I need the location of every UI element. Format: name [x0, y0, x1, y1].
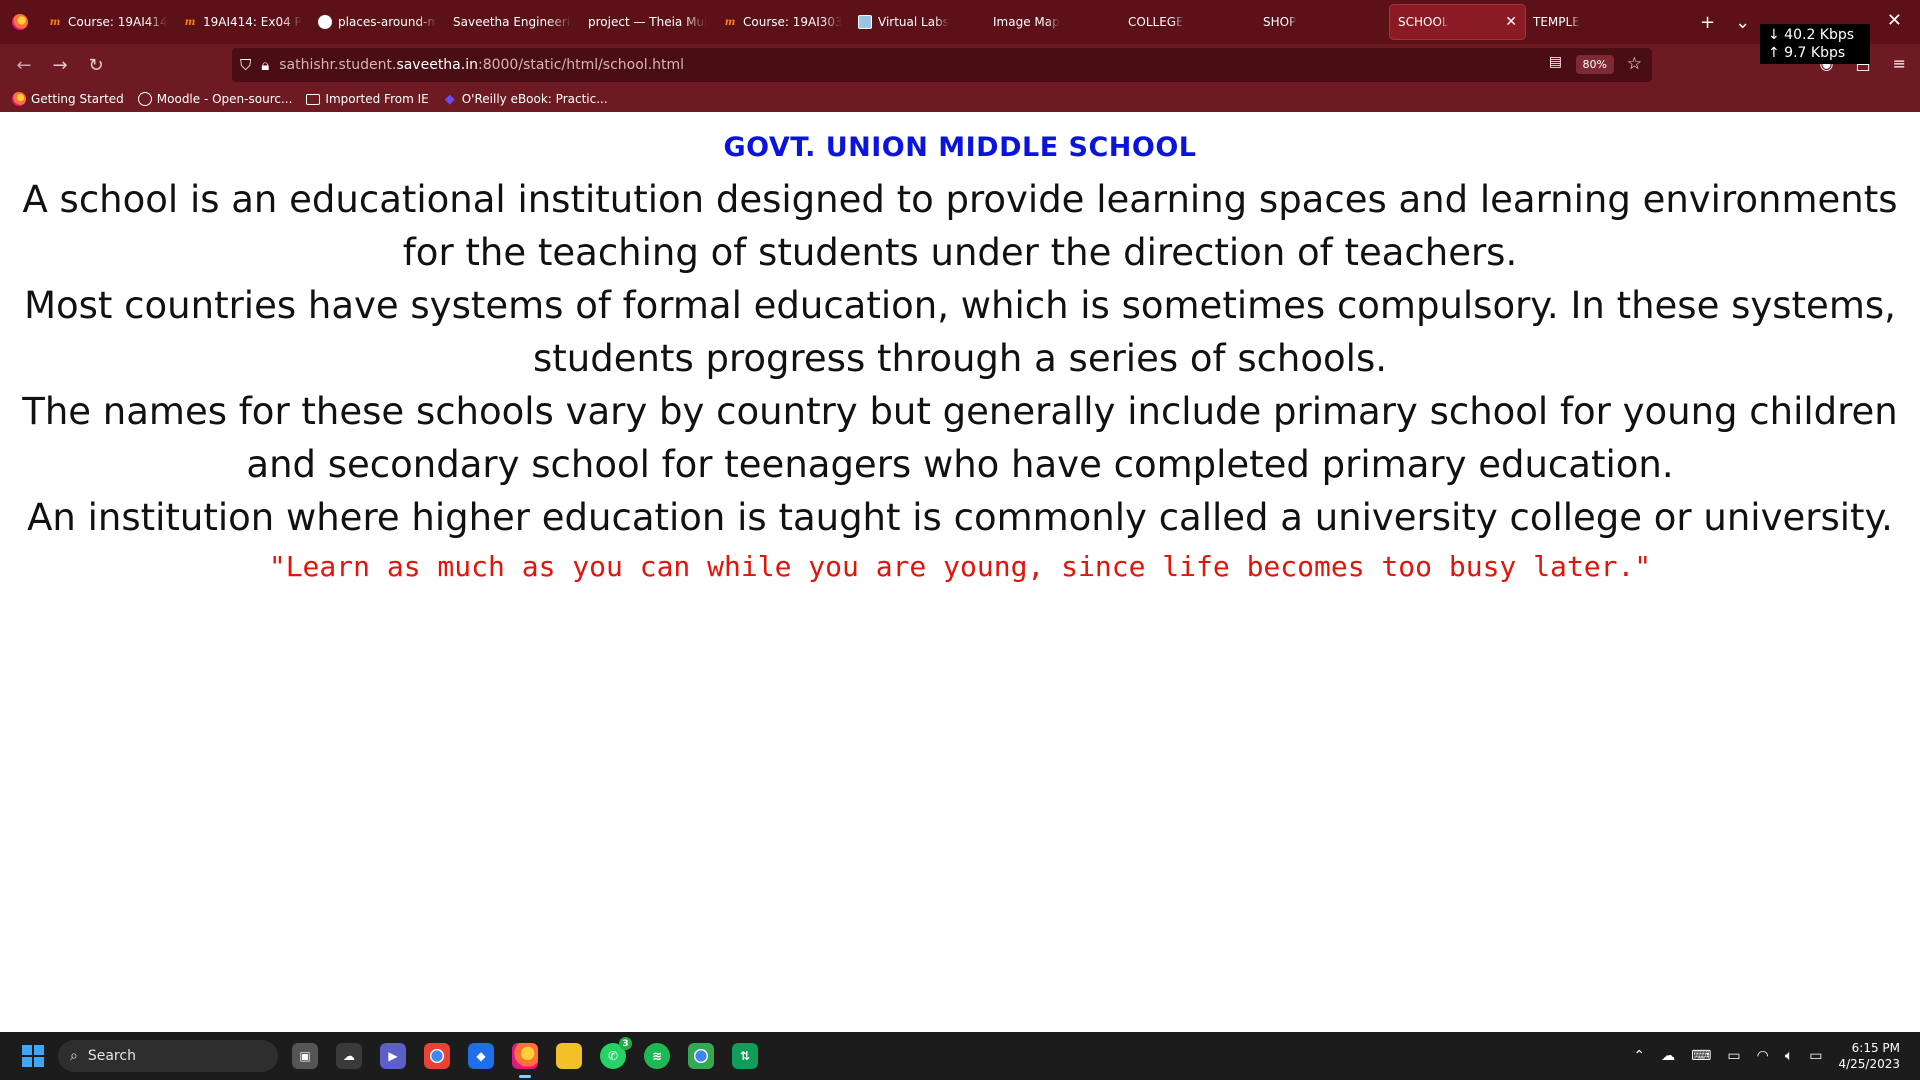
windows-logo-icon	[22, 1045, 32, 1055]
system-tray: ⌃ ☁ ⌨ ▭ ◠ 🔈︎ ▭ 6:15 PM 4/25/2023	[1633, 1032, 1900, 1080]
teams-chat-icon[interactable]: ▶	[380, 1043, 406, 1069]
paragraph-line: Most countries have systems of formal ed…	[24, 284, 1896, 380]
tab-shop[interactable]: SHOP	[1255, 5, 1390, 39]
page-title: GOVT. UNION MIDDLE SCHOOL	[723, 132, 1197, 163]
address-bar[interactable]: ⛉ 🔒︎ sathishr.student.saveetha.in:8000/s…	[232, 48, 1652, 82]
zoom-level-button[interactable]: 80%	[1575, 55, 1614, 74]
list-all-tabs-icon[interactable]: ⌄	[1735, 12, 1750, 33]
tab-course-19ai414[interactable]: m Course: 19AI414-	[40, 5, 175, 39]
widgets-icon[interactable]: ☁	[336, 1043, 362, 1069]
school-description: A school is an educational institution d…	[0, 173, 1920, 544]
upload-speed: ↑ 9.7 Kbps	[1768, 45, 1846, 61]
lock-icon[interactable]: 🔒︎	[261, 56, 269, 74]
taskbar-apps: ▣ ☁ ▶ ◆ ✆ 3 ≋ ⇅	[292, 1037, 758, 1078]
tab-project-theia[interactable]: project — Theia Mult	[580, 5, 715, 39]
tab-temple[interactable]: TEMPLE	[1525, 5, 1660, 39]
globe-icon	[137, 92, 152, 106]
moodle-icon: m	[724, 16, 736, 28]
file-explorer-icon[interactable]	[556, 1043, 582, 1069]
tab-bar: m Course: 19AI414- m 19AI414: Ex04 Pla p…	[0, 0, 1920, 44]
wifi-icon[interactable]: ◠	[1757, 1048, 1769, 1064]
arrow-right-icon: →	[52, 54, 68, 76]
clock[interactable]: 6:15 PM 4/25/2023	[1838, 1040, 1900, 1072]
clock-time: 6:15 PM	[1851, 1041, 1900, 1055]
volume-icon[interactable]: 🔈︎	[1785, 1048, 1793, 1064]
firefox-icon	[12, 92, 26, 106]
onedrive-icon[interactable]: ☁	[1661, 1048, 1675, 1064]
back-button[interactable]: ←	[6, 49, 42, 81]
reader-view-icon[interactable]: ▤	[1549, 54, 1562, 70]
moodle-icon: m	[49, 16, 61, 28]
moodle-icon: m	[184, 16, 196, 28]
taskbar: ⌕ Search ▣ ☁ ▶ ◆ ✆ 3 ≋ ⇅ ⌃ ☁ ⌨ ▭ ◠ 🔈︎ ▭ 6…	[0, 1032, 1920, 1080]
search-icon: ⌕	[70, 1048, 78, 1064]
tab-school[interactable]: SCHOOL ✕	[1390, 5, 1525, 39]
tab-course-19ai303[interactable]: m Course: 19AI303-	[715, 5, 850, 39]
bookmark-getting-started[interactable]: Getting Started	[12, 92, 124, 106]
web-page-content: GOVT. UNION MIDDLE SCHOOL A school is an…	[0, 112, 1920, 1032]
tab-places-around[interactable]: places-around-m	[310, 5, 445, 39]
bookmarks-toolbar: Getting Started Moodle - Open-sourc... I…	[0, 86, 1920, 112]
network-speed-widget: ↓ 40.2 Kbps ↑ 9.7 Kbps	[1760, 24, 1870, 64]
start-button[interactable]	[22, 1045, 44, 1067]
window-close-button[interactable]: ✕	[1887, 10, 1902, 31]
taskbar-search-box[interactable]: ⌕ Search	[58, 1040, 278, 1072]
bookmark-moodle[interactable]: Moodle - Open-sourc...	[137, 92, 292, 106]
spotify-icon[interactable]: ≋	[644, 1043, 670, 1069]
display-icon[interactable]: ▭	[1727, 1048, 1740, 1064]
notification-badge: 3	[619, 1037, 632, 1050]
hamburger-menu-icon[interactable]: ≡	[1893, 54, 1906, 73]
paragraph-line: The names for these schools vary by coun…	[22, 390, 1898, 486]
clock-date: 4/25/2023	[1838, 1057, 1900, 1071]
tab-actions: + ⌄	[1700, 12, 1750, 33]
bookmark-star-icon[interactable]: ☆	[1627, 54, 1642, 74]
battery-icon[interactable]: ▭	[1809, 1048, 1822, 1064]
tab-virtual-labs[interactable]: Virtual Labs	[850, 5, 985, 39]
folder-icon	[306, 93, 321, 105]
reload-button[interactable]: ↻	[78, 49, 114, 81]
quote-text: "Learn as much as you can while you are …	[268, 550, 1652, 583]
task-view-icon[interactable]: ▣	[292, 1043, 318, 1069]
close-tab-icon[interactable]: ✕	[1505, 14, 1517, 30]
paragraph-line: An institution where higher education is…	[27, 496, 1893, 539]
firefox-menu-button[interactable]	[0, 0, 40, 44]
firefox-taskbar-icon[interactable]	[512, 1043, 538, 1078]
virtual-labs-icon	[858, 15, 872, 29]
oreilly-icon: ◆	[444, 91, 455, 107]
reload-icon: ↻	[88, 54, 104, 76]
whatsapp-icon[interactable]: ✆ 3	[600, 1037, 632, 1069]
copilot-icon[interactable]: ◆	[468, 1043, 494, 1069]
tab-saveetha-engineering[interactable]: Saveetha Engineering	[445, 5, 580, 39]
bookmark-oreilly[interactable]: ◆ O'Reilly eBook: Practic...	[443, 91, 608, 107]
chrome-profile-icon[interactable]	[688, 1043, 714, 1069]
github-icon	[318, 15, 332, 29]
shield-icon[interactable]: ⛉	[240, 56, 251, 74]
torrent-icon[interactable]: ⇅	[732, 1043, 758, 1069]
url-text[interactable]: sathishr.student.saveetha.in:8000/static…	[279, 57, 684, 73]
forward-button[interactable]: →	[42, 49, 78, 81]
tab-image-map[interactable]: Image Map	[985, 5, 1120, 39]
download-speed: ↓ 40.2 Kbps	[1768, 27, 1855, 43]
chevron-up-icon[interactable]: ⌃	[1633, 1048, 1645, 1064]
tab-strip: m Course: 19AI414- m 19AI414: Ex04 Pla p…	[40, 0, 1660, 44]
bookmark-folder-imported[interactable]: Imported From IE	[306, 92, 429, 106]
arrow-left-icon: ←	[16, 54, 32, 76]
chrome-icon[interactable]	[424, 1043, 450, 1069]
new-tab-button[interactable]: +	[1700, 12, 1715, 33]
tab-19ai414-ex04[interactable]: m 19AI414: Ex04 Pla	[175, 5, 310, 39]
paragraph-line: A school is an educational institution d…	[22, 178, 1898, 274]
tab-college[interactable]: COLLEGE	[1120, 5, 1255, 39]
firefox-icon	[12, 14, 28, 30]
navigation-bar: ← → ↻ ⛉ 🔒︎ sathishr.student.saveetha.in:…	[0, 44, 1920, 86]
keyboard-icon[interactable]: ⌨	[1691, 1048, 1711, 1064]
